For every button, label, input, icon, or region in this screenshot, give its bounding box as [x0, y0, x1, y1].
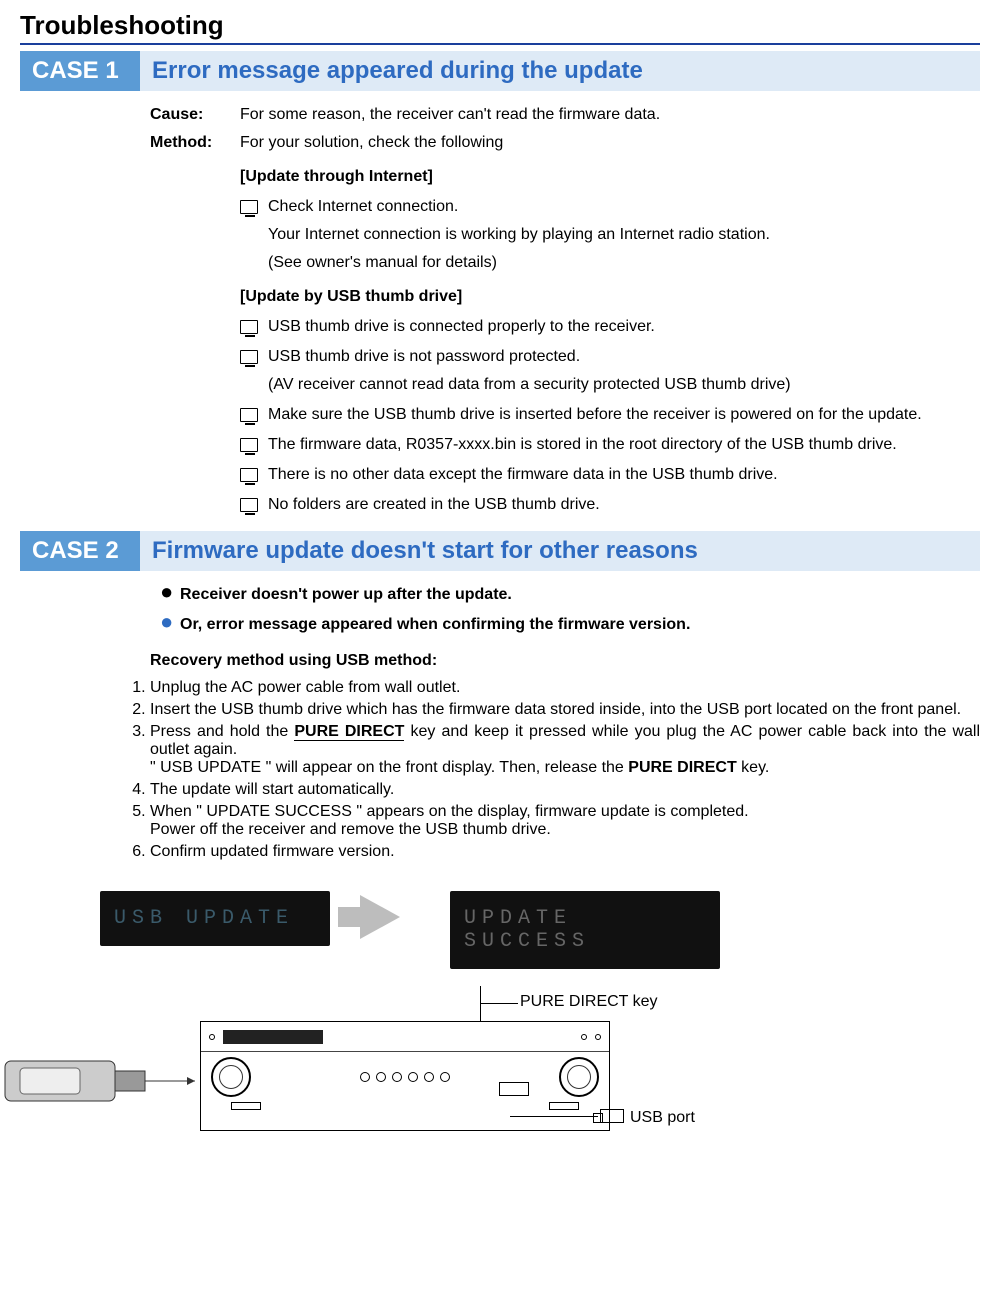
monitor-icon [240, 463, 268, 487]
lcd-update-success: UPDATE SUCCESS [450, 891, 720, 969]
bullet-1: Receiver doesn't power up after the upda… [180, 583, 970, 607]
internet-note-2: (See owner's manual for details) [268, 251, 970, 275]
case1-badge: CASE 1 [20, 51, 140, 91]
case2-title: Firmware update doesn't start for other … [140, 531, 980, 571]
bullet-icon: ● [160, 613, 180, 631]
usb-heading: [Update by USB thumb drive] [240, 285, 970, 309]
step-1: Unplug the AC power cable from wall outl… [150, 679, 980, 697]
usb-check-1: USB thumb drive is connected properly to… [268, 315, 970, 339]
method-label: Method: [150, 131, 240, 155]
arrow-icon [360, 895, 400, 939]
monitor-icon [240, 345, 268, 369]
leader-line [510, 1116, 598, 1117]
method-text: For your solution, check the following [240, 131, 970, 155]
internet-check-1: Check Internet connection. [268, 195, 970, 219]
case2-body: ● Receiver doesn't power up after the up… [20, 583, 980, 673]
monitor-icon [240, 493, 268, 517]
usb-note-1: (AV receiver cannot read data from a sec… [268, 373, 970, 397]
lcd-usb-update: USB UPDATE [100, 891, 330, 946]
case1-body: Cause: For some reason, the receiver can… [20, 103, 980, 517]
usb-port-label: USB port [630, 1109, 695, 1127]
bullet-2: Or, error message appeared when confirmi… [180, 613, 970, 637]
recovery-steps: Unplug the AC power cable from wall outl… [150, 679, 980, 861]
monitor-icon [240, 195, 268, 219]
internet-note-1: Your Internet connection is working by p… [268, 223, 970, 247]
usb-check-5: There is no other data except the firmwa… [268, 463, 970, 487]
usb-port-icon [600, 1109, 624, 1123]
cause-label: Cause: [150, 103, 240, 127]
pure-direct-key-name: PURE DIRECT [294, 723, 404, 741]
pure-direct-key-name: PURE DIRECT [628, 759, 736, 776]
pure-direct-label: PURE DIRECT key [520, 993, 658, 1011]
step-4: The update will start automatically. [150, 781, 980, 799]
case1-header: CASE 1 Error message appeared during the… [20, 51, 980, 91]
page-title: Troubleshooting [20, 10, 980, 45]
cause-text: For some reason, the receiver can't read… [240, 103, 970, 127]
step-2: Insert the USB thumb drive which has the… [150, 701, 980, 719]
case1-title: Error message appeared during the update [140, 51, 980, 91]
internet-heading: [Update through Internet] [240, 165, 970, 189]
usb-check-2: USB thumb drive is not password protecte… [268, 345, 970, 369]
usb-check-4: The firmware data, R0357-xxxx.bin is sto… [268, 433, 970, 457]
step-3: Press and hold the PURE DIRECT key and k… [150, 723, 980, 777]
usb-thumb-drive-icon [0, 1056, 200, 1106]
leader-line [480, 1003, 518, 1004]
receiver-illustration [200, 1021, 610, 1131]
step-5: When " UPDATE SUCCESS " appears on the d… [150, 803, 980, 839]
diagram: USB UPDATE UPDATE SUCCESS PURE DIRECT ke… [20, 891, 980, 1151]
usb-check-6: No folders are created in the USB thumb … [268, 493, 970, 517]
monitor-icon [240, 403, 268, 427]
case2-header: CASE 2 Firmware update doesn't start for… [20, 531, 980, 571]
case2-badge: CASE 2 [20, 531, 140, 571]
recovery-heading: Recovery method using USB method: [150, 649, 970, 673]
bullet-icon: ● [160, 583, 180, 601]
monitor-icon [240, 433, 268, 457]
usb-check-3: Make sure the USB thumb drive is inserte… [268, 403, 970, 427]
monitor-icon [240, 315, 268, 339]
step-6: Confirm updated firmware version. [150, 843, 980, 861]
